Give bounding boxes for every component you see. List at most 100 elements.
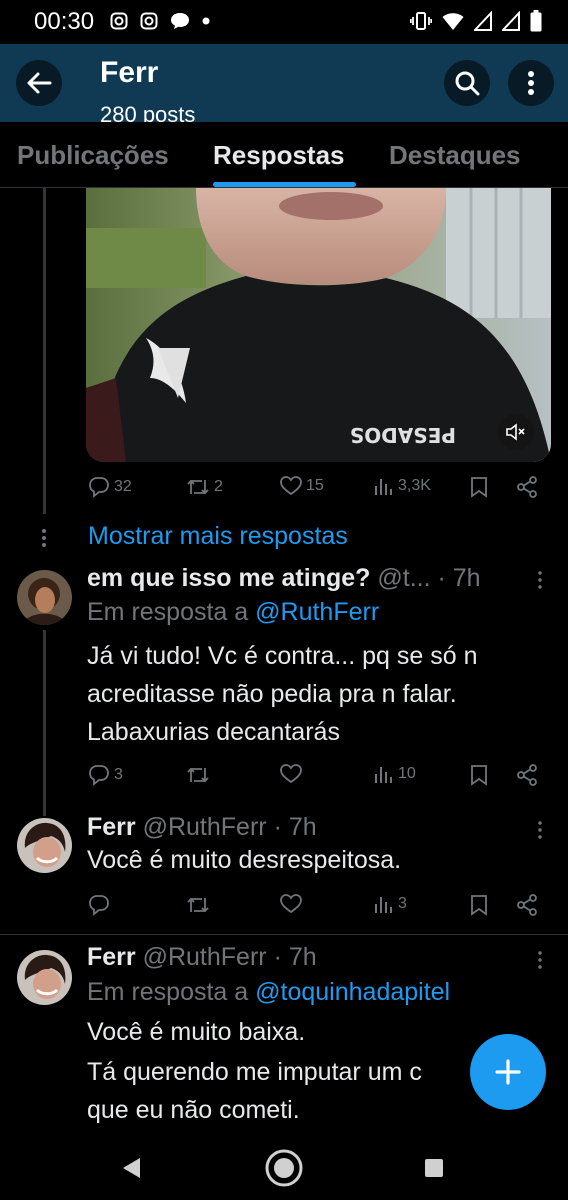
display-name[interactable]: Ferr xyxy=(87,943,136,971)
more-vertical-icon xyxy=(538,821,542,839)
video-post-actions: 32 2 15 3,3K xyxy=(86,476,546,506)
views-icon xyxy=(375,767,392,783)
more-vertical-icon xyxy=(538,571,542,589)
user-handle[interactable]: @RuthFerr xyxy=(143,943,267,971)
show-more-replies-link[interactable]: Mostrar mais respostas xyxy=(88,522,348,551)
wifi-icon xyxy=(442,13,464,30)
avatar[interactable] xyxy=(17,950,72,1005)
share-icon xyxy=(517,894,537,916)
views-count: 3,3K xyxy=(398,477,431,494)
status-time: 00:30 xyxy=(34,8,95,35)
tweet-options-button[interactable] xyxy=(530,818,550,842)
tab-respostas[interactable]: Respostas xyxy=(213,140,345,171)
instagram-icon xyxy=(110,12,128,30)
timestamp: 7h xyxy=(288,813,317,841)
tweet-options-button[interactable] xyxy=(530,568,550,592)
nav-recents-icon[interactable] xyxy=(424,1158,444,1178)
views-action[interactable]: 3,3K xyxy=(374,476,431,496)
reply-action[interactable] xyxy=(88,894,110,916)
bookmark-icon xyxy=(471,765,487,786)
share-icon xyxy=(517,476,537,498)
tweet-text-line: Labaxurias decantarás xyxy=(87,718,340,746)
bookmark-action[interactable] xyxy=(470,894,488,916)
views-count: 3 xyxy=(398,895,407,912)
reply-2-actions: 3 xyxy=(86,894,546,924)
reply-action[interactable]: 32 xyxy=(88,476,132,498)
thread-dots-icon xyxy=(42,529,46,547)
repost-action[interactable] xyxy=(186,764,210,786)
avatar[interactable] xyxy=(17,570,72,625)
repost-action[interactable] xyxy=(186,894,210,916)
profile-tabs: Publicações Respostas Destaques xyxy=(0,122,568,188)
more-vertical-icon xyxy=(538,951,542,969)
more-options-button[interactable] xyxy=(508,60,554,106)
instagram-icon xyxy=(140,12,158,30)
mute-button[interactable] xyxy=(498,414,534,450)
reply-action[interactable]: 3 xyxy=(88,764,123,786)
post-count: 280 posts xyxy=(100,102,196,122)
tab-destaques[interactable]: Destaques xyxy=(389,140,521,171)
like-action[interactable] xyxy=(280,764,302,784)
thread-line xyxy=(43,630,46,816)
separator: · xyxy=(273,813,282,841)
share-action[interactable] xyxy=(516,764,538,786)
share-action[interactable] xyxy=(516,476,538,498)
arrow-left-icon xyxy=(27,72,52,94)
views-action[interactable]: 10 xyxy=(374,764,416,784)
user-handle[interactable]: @RuthFerr xyxy=(143,813,267,841)
repost-action[interactable]: 2 xyxy=(186,476,223,498)
status-bar: 00:30 xyxy=(0,0,568,44)
nav-home-icon[interactable] xyxy=(264,1148,304,1188)
avatar-image xyxy=(17,950,72,1005)
reply-icon xyxy=(89,765,109,786)
video-player[interactable]: PESADOS xyxy=(86,188,551,462)
avatar-image xyxy=(17,570,72,625)
bookmark-action[interactable] xyxy=(470,764,488,786)
reply-count: 32 xyxy=(114,478,132,495)
share-action[interactable] xyxy=(516,894,538,916)
avatar[interactable] xyxy=(17,818,72,873)
tab-publicacoes[interactable]: Publicações xyxy=(17,140,169,171)
display-name[interactable]: em que isso me atinge? xyxy=(87,564,370,592)
reply-count: 3 xyxy=(114,766,123,783)
like-action[interactable]: 15 xyxy=(280,476,324,496)
reply-3-header: Ferr @RuthFerr · 7h xyxy=(87,943,317,972)
notification-dot-icon xyxy=(202,17,210,25)
reply-icon xyxy=(89,477,109,498)
timestamp: 7h xyxy=(288,943,317,971)
bookmark-action[interactable] xyxy=(470,476,488,498)
mention-link[interactable]: @toquinhadapitel xyxy=(255,978,450,1006)
user-handle[interactable]: @t... xyxy=(377,564,430,592)
like-action[interactable] xyxy=(280,894,302,914)
repost-icon xyxy=(187,897,209,913)
views-count: 10 xyxy=(398,765,416,782)
reply-context-label: Em resposta a xyxy=(87,978,249,1006)
display-name[interactable]: Ferr xyxy=(87,813,136,841)
thread-line xyxy=(43,188,46,514)
battery-icon xyxy=(530,10,542,32)
reply-1-header: em que isso me atinge? @t... · 7h xyxy=(87,564,481,593)
tweet-options-button[interactable] xyxy=(530,948,550,972)
mention-link[interactable]: @RuthFerr xyxy=(255,598,379,626)
heart-icon xyxy=(280,764,302,784)
compose-button[interactable] xyxy=(470,1034,546,1110)
reply-2-header: Ferr @RuthFerr · 7h xyxy=(87,813,317,842)
back-button[interactable] xyxy=(16,60,62,106)
views-action[interactable]: 3 xyxy=(374,894,407,914)
separator: · xyxy=(273,943,282,971)
reply-icon xyxy=(89,895,109,916)
tweet-text-line: que eu não cometi. xyxy=(87,1096,300,1124)
tweet-text-line: acreditasse não pedia pra n falar. xyxy=(87,680,457,708)
system-nav-bar xyxy=(0,1136,568,1200)
reply-context: Em resposta a @RuthFerr xyxy=(87,598,379,627)
timestamp: 7h xyxy=(452,564,481,592)
tweet-text-line: Você é muito desrespeitosa. xyxy=(87,846,402,874)
bookmark-icon xyxy=(471,895,487,916)
repost-icon xyxy=(187,479,209,495)
search-button[interactable] xyxy=(444,60,490,106)
nav-back-icon[interactable] xyxy=(120,1156,142,1180)
volume-muted-icon xyxy=(506,423,525,441)
search-icon xyxy=(455,71,480,96)
tweet-text-line: Já vi tudo! Vc é contra... pq se só n xyxy=(87,642,478,670)
profile-header: Ferr 280 posts xyxy=(0,44,568,122)
